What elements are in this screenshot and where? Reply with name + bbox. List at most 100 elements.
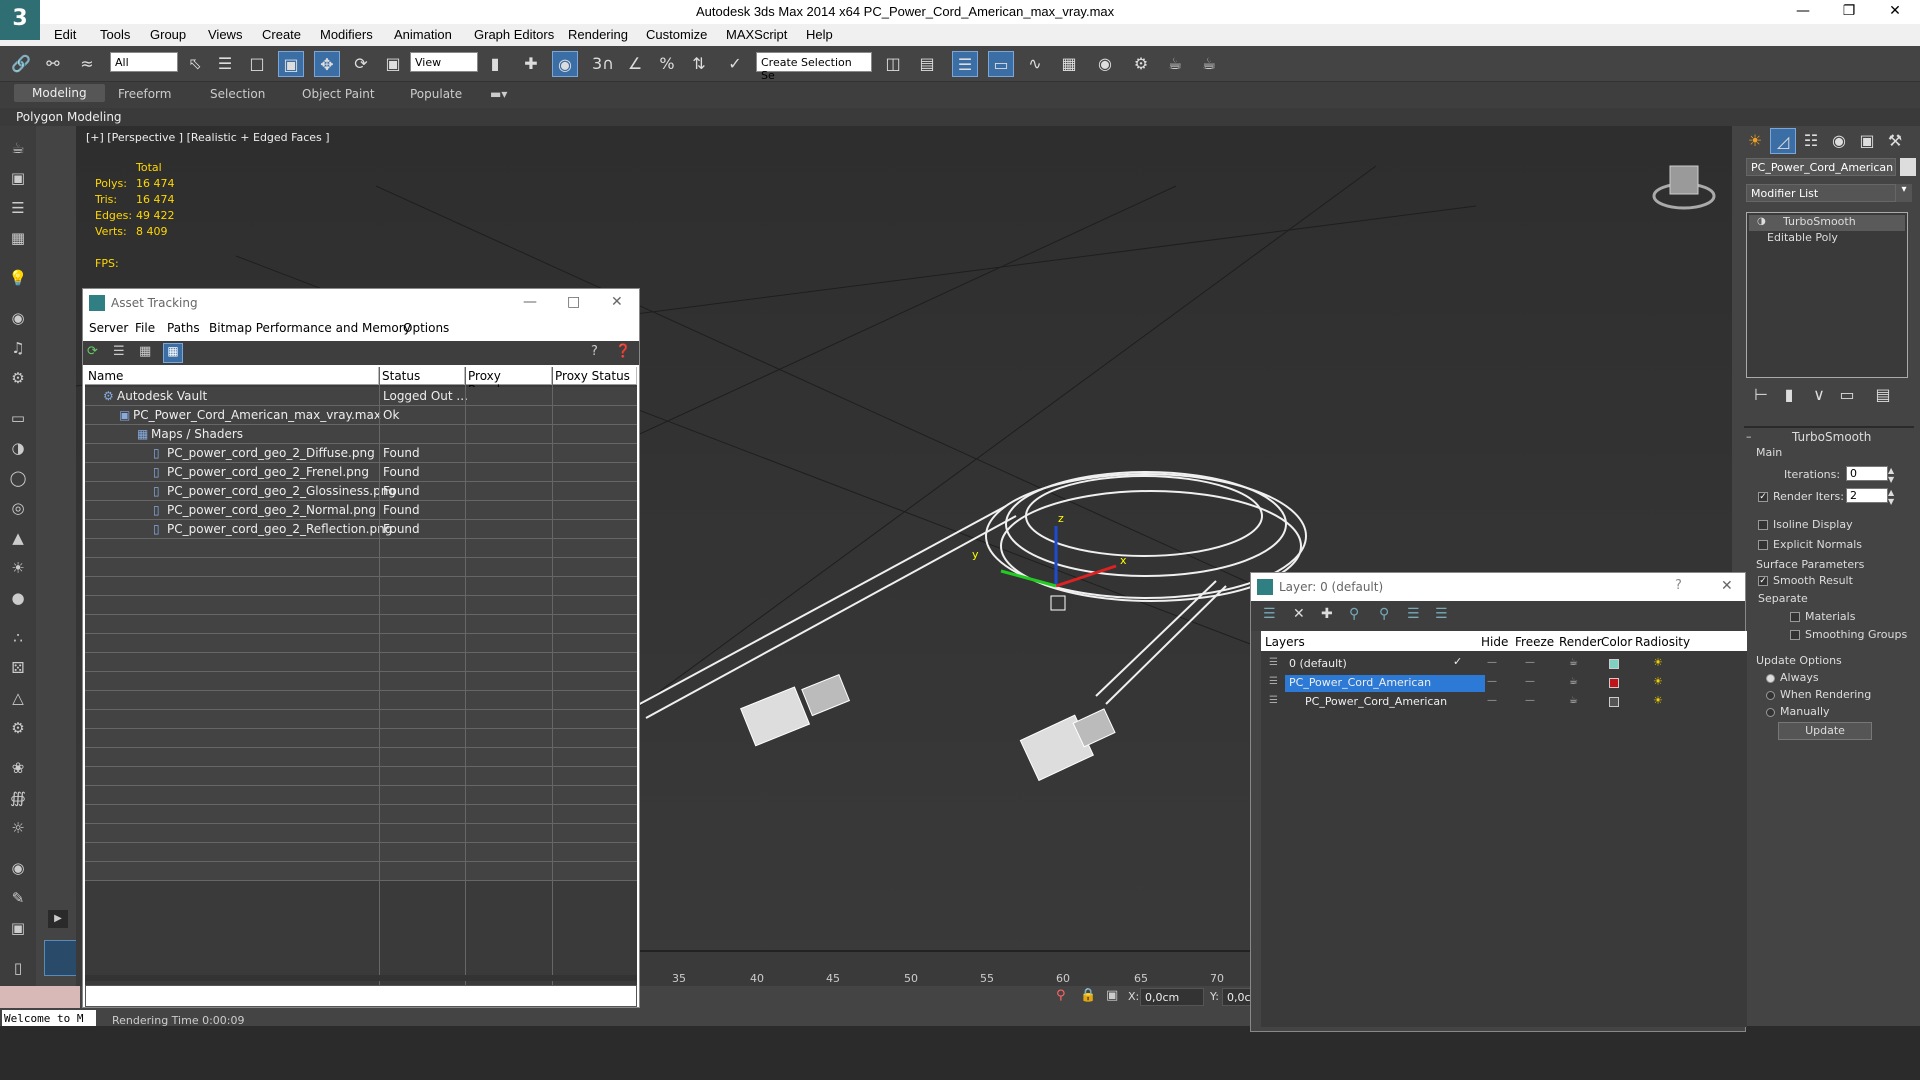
menu-edit[interactable]: Edit xyxy=(54,27,76,42)
select-manipulate-icon[interactable]: ✚ xyxy=(518,51,544,77)
asset-menu-options[interactable]: Options xyxy=(403,321,449,335)
stack-item-turbosmooth[interactable]: TurboSmooth xyxy=(1749,215,1905,231)
render-production-icon[interactable]: ☕ xyxy=(1196,51,1222,77)
table-row[interactable]: ▯ PC_power_cord_geo_2_Diffuse.png Found xyxy=(85,444,637,463)
gear-icon[interactable]: ⚙ xyxy=(6,716,30,740)
table-row[interactable]: ▯ PC_power_cord_geo_2_Glossiness.png Found xyxy=(85,482,637,501)
particles-icon[interactable]: ∴ xyxy=(6,626,30,650)
rendered-frame-window-icon[interactable]: ☕ xyxy=(1162,51,1188,77)
table-row[interactable] xyxy=(85,710,637,729)
tab-freeform[interactable]: Freeform xyxy=(118,87,171,101)
keyboard-shortcut-icon[interactable]: ◉ xyxy=(552,51,578,77)
when-rendering-row[interactable]: When Rendering xyxy=(1766,688,1871,701)
table-row[interactable] xyxy=(85,805,637,824)
render-col-header[interactable]: Render xyxy=(1559,635,1602,649)
explicit-normals-checkbox[interactable] xyxy=(1758,540,1768,550)
col-name-header[interactable]: Name xyxy=(85,367,379,385)
freeze-toggle-icon[interactable]: — xyxy=(1525,676,1535,687)
manually-radio[interactable] xyxy=(1766,707,1775,717)
utilities-tab-icon[interactable]: ⚒ xyxy=(1882,128,1908,154)
ball-icon[interactable]: ● xyxy=(6,586,30,610)
list-icon[interactable]: ☰ xyxy=(6,196,30,220)
col-proxy-resolution-header[interactable]: Proxy Resol... xyxy=(465,367,552,397)
table-row[interactable]: ▯ PC_power_cord_geo_2_Reflection.png Found xyxy=(85,520,637,539)
render-iters-row[interactable]: ✓ Render Iters: xyxy=(1758,490,1844,503)
horizontal-scrollbar[interactable] xyxy=(85,975,637,981)
grid-icon[interactable]: ▦ xyxy=(6,226,30,250)
helper-icon[interactable]: △ xyxy=(6,686,30,710)
help-icon[interactable]: ? xyxy=(591,344,598,359)
reference-coordinate-dropdown[interactable]: View xyxy=(410,52,478,72)
create-tab-icon[interactable]: ☀ xyxy=(1742,128,1768,154)
table-row[interactable]: ⚙ Autodesk Vault Logged Out ... xyxy=(85,387,637,406)
smooth-row[interactable]: ✓ Smooth Result xyxy=(1758,574,1853,587)
layer-color-swatch[interactable] xyxy=(1609,659,1619,669)
menu-animation[interactable]: Animation xyxy=(394,27,452,42)
update-button[interactable]: Update xyxy=(1778,722,1872,740)
isoline-row[interactable]: Isoline Display xyxy=(1758,518,1853,531)
menu-views[interactable]: Views xyxy=(208,27,242,42)
pivot-center-icon[interactable]: ▮ xyxy=(482,51,508,77)
menu-graph-editors[interactable]: Graph Editors xyxy=(474,27,554,42)
rollout-collapse-icon[interactable]: – xyxy=(1746,430,1752,443)
hide-all-icon[interactable]: ☰ xyxy=(1435,606,1448,622)
rect-selection-icon[interactable]: □ xyxy=(244,51,270,77)
menu-create[interactable]: Create xyxy=(262,27,301,42)
percent-snap-icon[interactable]: % xyxy=(654,51,680,77)
always-row[interactable]: Always xyxy=(1766,671,1819,684)
object-name-field[interactable]: PC_Power_Cord_American xyxy=(1746,158,1896,176)
iterations-field[interactable]: 0 xyxy=(1846,466,1888,481)
table-row[interactable] xyxy=(85,558,637,577)
hide-toggle-icon[interactable]: — xyxy=(1487,657,1497,668)
select-move-icon[interactable]: ✥ xyxy=(314,51,340,77)
layer-color-swatch[interactable] xyxy=(1609,678,1619,688)
configure-modifier-icon[interactable]: ▤ xyxy=(1870,382,1896,408)
smoothing-groups-checkbox[interactable] xyxy=(1790,630,1800,640)
layer-name[interactable]: 0 (default) xyxy=(1285,656,1475,673)
expand-arrow-icon[interactable]: ▶ xyxy=(48,910,68,928)
chevron-down-icon[interactable]: ▾ xyxy=(1896,184,1912,202)
tab-modeling[interactable]: Modeling xyxy=(14,84,105,102)
layer-row[interactable]: 0 (default) ☰ — — ☕ ☀ xyxy=(1263,655,1693,674)
modifier-list-dropdown[interactable]: Modifier List xyxy=(1746,184,1896,202)
schematic-view-icon[interactable]: ▦ xyxy=(1056,51,1082,77)
materials-checkbox[interactable] xyxy=(1790,612,1800,622)
window-crossing-icon[interactable]: ▣ xyxy=(278,51,304,77)
maxscript-listener-field[interactable] xyxy=(0,986,80,1008)
table-row[interactable]: ▯ PC_power_cord_geo_2_Frenel.png Found xyxy=(85,463,637,482)
teapot-icon[interactable]: ☕ xyxy=(6,136,30,160)
render-toggle-icon[interactable]: ☕ xyxy=(1569,695,1578,706)
col-status-header[interactable]: Status xyxy=(379,367,465,385)
freeze-toggle-icon[interactable]: — xyxy=(1525,657,1535,668)
tab-populate[interactable]: Populate xyxy=(410,87,462,101)
asset-menu-paths[interactable]: Paths xyxy=(167,321,200,335)
asset-menu-bitmap[interactable]: Bitmap Performance and Memory xyxy=(209,321,411,335)
select-object-icon[interactable]: ⬁ xyxy=(182,51,208,77)
materials-row[interactable]: Materials xyxy=(1790,610,1855,623)
menu-group[interactable]: Group xyxy=(150,27,186,42)
selection-filter-dropdown[interactable]: All xyxy=(110,52,178,72)
radiosity-icon[interactable]: ☀ xyxy=(1653,694,1663,707)
restore-button[interactable]: ❐ xyxy=(1826,0,1872,24)
curve-editor-icon[interactable]: ∿ xyxy=(1022,51,1048,77)
plane-icon[interactable]: ▭ xyxy=(6,406,30,430)
render-icon[interactable]: ▣ xyxy=(6,166,30,190)
select-by-name-icon[interactable]: ☰ xyxy=(212,51,238,77)
table-row[interactable] xyxy=(85,824,637,843)
manually-row[interactable]: Manually xyxy=(1766,705,1830,718)
new-layer-icon[interactable]: ☰ xyxy=(1263,606,1276,622)
sound-icon[interactable]: ♫ xyxy=(6,336,30,360)
sphere-icon[interactable]: ◯ xyxy=(6,466,30,490)
asset-menu-file[interactable]: File xyxy=(135,321,155,335)
stack-item-editable-poly[interactable]: Editable Poly xyxy=(1749,231,1905,247)
radiosity-icon[interactable]: ☀ xyxy=(1653,675,1663,688)
freeze-toggle-icon[interactable]: — xyxy=(1525,695,1535,706)
table-row[interactable] xyxy=(85,748,637,767)
layer-help-button[interactable]: ? xyxy=(1675,578,1682,593)
iterations-spinner-icon[interactable]: ▲ ▼ xyxy=(1888,466,1894,484)
app-logo-icon[interactable]: 3 xyxy=(0,0,40,40)
gamepad-icon[interactable]: ⚙ xyxy=(6,366,30,390)
smoothing-row[interactable]: Smoothing Groups xyxy=(1790,628,1907,641)
table-row[interactable] xyxy=(85,767,637,786)
color-col-header[interactable]: Color xyxy=(1601,635,1632,649)
